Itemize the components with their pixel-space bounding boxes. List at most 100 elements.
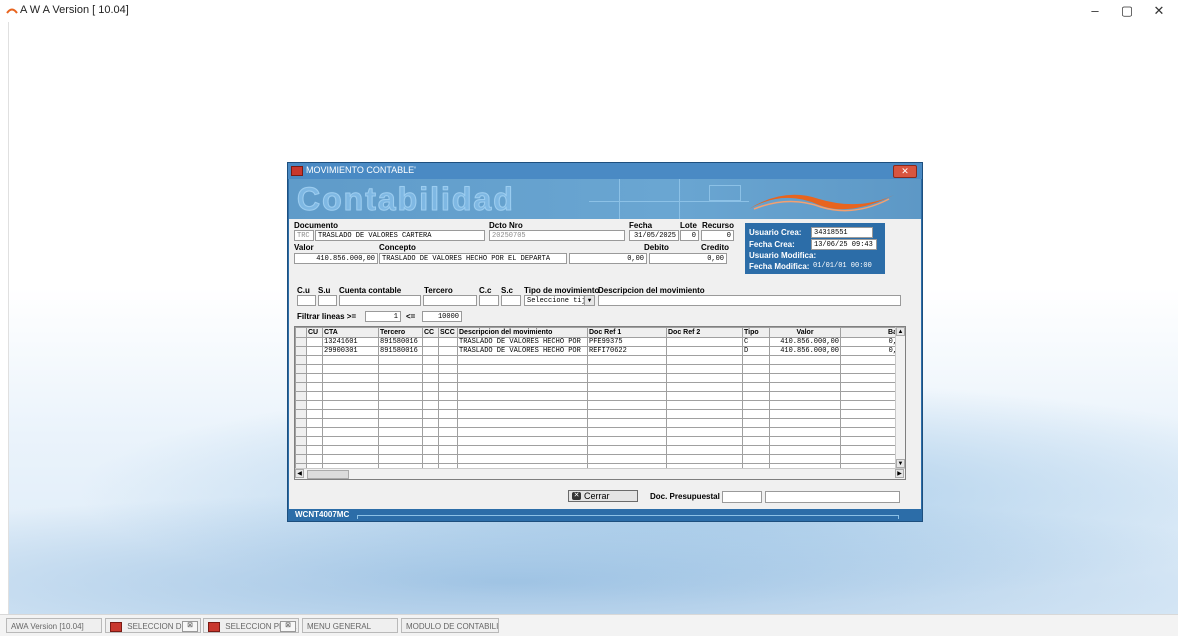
table-cell[interactable] — [457, 427, 588, 437]
table-cell[interactable] — [840, 418, 899, 428]
table-cell[interactable]: TRASLADO DE VALORES HECHO POR — [457, 346, 588, 356]
table-cell[interactable] — [438, 337, 458, 347]
table-cell[interactable] — [438, 427, 458, 437]
table-cell[interactable] — [666, 436, 743, 446]
table-cell[interactable]: C — [742, 337, 770, 347]
table-cell[interactable] — [742, 427, 770, 437]
table-cell[interactable] — [422, 391, 439, 401]
table-cell[interactable] — [422, 427, 439, 437]
table-cell[interactable] — [306, 427, 323, 437]
doc-presupuestal-desc-input[interactable] — [765, 491, 900, 503]
table-cell[interactable] — [438, 346, 458, 356]
table-cell[interactable] — [438, 454, 458, 464]
row-indicator[interactable] — [295, 454, 307, 464]
cu-input[interactable] — [297, 295, 316, 306]
row-indicator[interactable] — [295, 436, 307, 446]
column-header[interactable]: CC — [422, 327, 439, 338]
table-cell[interactable] — [422, 409, 439, 419]
table-cell[interactable] — [306, 364, 323, 374]
fecha-field[interactable]: 31/05/2025 — [629, 230, 679, 241]
table-cell[interactable] — [742, 445, 770, 455]
column-header[interactable]: CU — [306, 327, 323, 338]
table-cell[interactable] — [587, 445, 667, 455]
row-indicator[interactable] — [295, 346, 307, 356]
task-close-icon[interactable]: ⊠ — [280, 621, 296, 632]
row-indicator[interactable] — [295, 373, 307, 383]
table-cell[interactable]: 891580016 — [378, 346, 423, 356]
task-menu-general[interactable]: MENU GENERAL — [302, 618, 398, 633]
cerrar-button[interactable]: ✕ Cerrar — [568, 490, 638, 502]
table-cell[interactable] — [742, 454, 770, 464]
table-cell[interactable] — [422, 373, 439, 383]
table-row[interactable]: 13241601 891580016 TRASLADO DE VALORES HEC… — [295, 337, 899, 347]
table-cell[interactable] — [322, 355, 379, 365]
table-cell[interactable] — [306, 400, 323, 410]
table-cell[interactable] — [666, 391, 743, 401]
empty-table-row[interactable] — [295, 454, 899, 464]
table-cell[interactable] — [666, 373, 743, 383]
table-cell[interactable] — [840, 436, 899, 446]
column-header[interactable]: SCC — [438, 327, 458, 338]
column-header[interactable]: Ba — [840, 327, 899, 338]
empty-table-row[interactable] — [295, 364, 899, 374]
table-cell[interactable] — [322, 445, 379, 455]
concepto-field[interactable]: TRASLADO DE VALORES HECHO POR EL DEPARTA — [379, 253, 567, 264]
table-cell[interactable] — [840, 400, 899, 410]
table-cell[interactable] — [666, 427, 743, 437]
table-cell[interactable] — [378, 445, 423, 455]
column-header[interactable]: Tipo — [742, 327, 770, 338]
table-cell[interactable] — [587, 382, 667, 392]
tercero-input[interactable] — [423, 295, 477, 306]
empty-table-row[interactable] — [295, 355, 899, 365]
column-header[interactable]: Doc Ref 2 — [666, 327, 743, 338]
dialog-close-button[interactable]: ✕ — [893, 165, 917, 178]
table-cell[interactable] — [457, 400, 588, 410]
table-cell[interactable] — [840, 409, 899, 419]
table-cell[interactable] — [322, 454, 379, 464]
task-seleccion-per[interactable]: SELECCION PER... ⊠ — [203, 618, 299, 633]
scroll-left-icon[interactable]: ◀ — [295, 469, 304, 478]
table-cell[interactable] — [840, 382, 899, 392]
scroll-up-icon[interactable]: ▲ — [896, 327, 905, 336]
table-cell[interactable] — [587, 364, 667, 374]
table-cell[interactable] — [769, 373, 841, 383]
table-cell[interactable] — [769, 418, 841, 428]
table-cell[interactable] — [742, 373, 770, 383]
table-cell[interactable] — [438, 409, 458, 419]
task-seleccion-de[interactable]: SELECCION DE ... ⊠ — [105, 618, 201, 633]
scroll-right-icon[interactable]: ▶ — [895, 469, 904, 478]
table-cell[interactable] — [457, 445, 588, 455]
table-cell[interactable] — [306, 373, 323, 383]
table-row[interactable]: 29900301 891580016 TRASLADO DE VALORES HEC… — [295, 346, 899, 356]
table-cell[interactable] — [587, 418, 667, 428]
row-indicator[interactable] — [295, 364, 307, 374]
table-cell[interactable] — [438, 373, 458, 383]
table-cell[interactable] — [438, 400, 458, 410]
table-cell[interactable] — [457, 355, 588, 365]
table-cell[interactable] — [306, 355, 323, 365]
scroll-down-icon[interactable]: ▼ — [896, 459, 905, 468]
table-cell[interactable] — [306, 391, 323, 401]
table-cell[interactable] — [422, 445, 439, 455]
table-cell[interactable] — [378, 400, 423, 410]
table-cell[interactable] — [666, 409, 743, 419]
table-cell[interactable] — [378, 355, 423, 365]
table-cell[interactable] — [378, 418, 423, 428]
table-cell[interactable] — [769, 427, 841, 437]
task-modulo-contabilidad[interactable]: MODULO DE CONTABILI... — [401, 618, 499, 633]
table-cell[interactable] — [742, 409, 770, 419]
horizontal-scroll-thumb[interactable] — [307, 470, 349, 479]
documento-desc-field[interactable]: TRASLADO DE VALORES CARTERA — [315, 230, 485, 241]
table-cell[interactable]: 29900301 — [322, 346, 379, 356]
table-cell[interactable] — [378, 373, 423, 383]
table-cell[interactable] — [422, 418, 439, 428]
table-cell[interactable] — [322, 436, 379, 446]
row-indicator[interactable] — [295, 400, 307, 410]
table-cell[interactable] — [322, 409, 379, 419]
table-cell[interactable] — [378, 427, 423, 437]
column-header[interactable]: CTA — [322, 327, 379, 338]
recurso-field[interactable]: 0 — [701, 230, 734, 241]
table-cell[interactable] — [438, 364, 458, 374]
table-cell[interactable] — [378, 391, 423, 401]
table-cell[interactable] — [422, 355, 439, 365]
